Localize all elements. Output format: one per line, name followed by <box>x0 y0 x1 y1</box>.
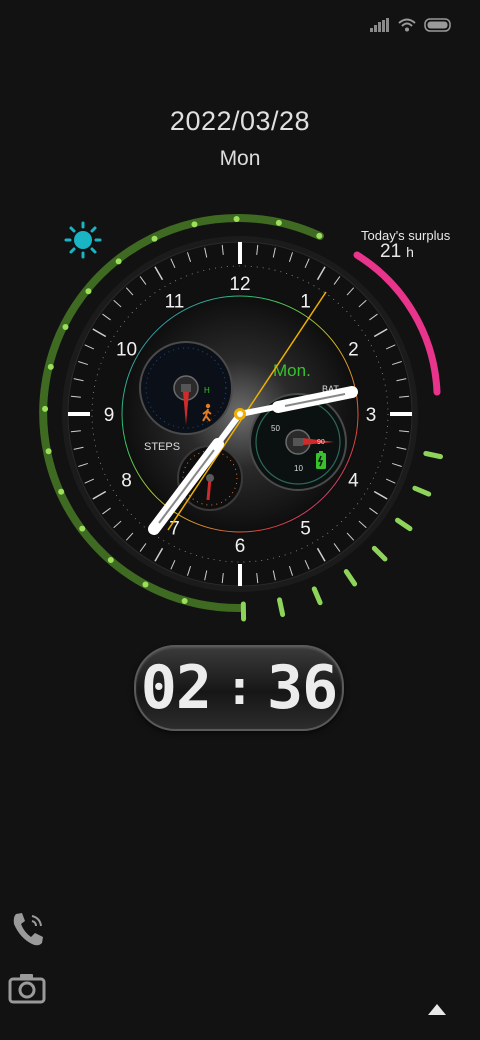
lime-tick <box>371 545 388 562</box>
clock-hours: 02 <box>140 653 212 723</box>
green-arc-dot <box>45 448 52 455</box>
lime-tick <box>395 517 413 532</box>
green-arc-dot <box>42 405 49 412</box>
green-arc-dot <box>47 363 54 370</box>
dial-number: 1 <box>300 292 311 313</box>
lime-tick <box>343 569 358 587</box>
dial-number: 6 <box>235 536 246 557</box>
dial-number: 10 <box>116 340 137 361</box>
green-arc-dot <box>181 597 188 604</box>
green-arc-dot <box>115 258 122 265</box>
dial-number: 7 <box>169 518 180 539</box>
green-arc-dot <box>79 525 86 532</box>
phone-icon[interactable] <box>10 910 46 948</box>
dial-number: 2 <box>348 340 359 361</box>
battery-scale-high: 50 <box>271 424 280 433</box>
battery-icon <box>424 18 451 32</box>
battery-charge-icon <box>316 451 326 469</box>
lime-tick <box>423 451 444 460</box>
green-arc-dot <box>233 216 240 223</box>
lime-tick <box>412 485 432 497</box>
date-text: 2022/03/28 <box>169 106 311 136</box>
green-arc-dot <box>62 323 69 330</box>
dial-number: 8 <box>121 471 132 492</box>
dial-number: 12 <box>229 274 250 295</box>
green-arc-dot <box>85 288 92 295</box>
green-arc-dot <box>107 557 114 564</box>
digital-clock: 02 : 36 <box>134 645 344 731</box>
status-bar <box>370 18 452 32</box>
green-arc-dot <box>191 221 198 228</box>
battery-scale-end: 90 <box>317 439 325 446</box>
dial-number: 3 <box>366 405 377 426</box>
green-arc-dot <box>142 581 149 588</box>
dial-number: 9 <box>104 405 115 426</box>
lime-tick <box>277 597 286 618</box>
steps-subdial: H <box>139 341 233 435</box>
dial-number: 4 <box>348 471 359 492</box>
green-arc-dot <box>316 232 323 239</box>
chevron-up-icon[interactable] <box>427 1003 447 1017</box>
sun-icon <box>64 221 102 259</box>
camera-icon[interactable] <box>8 972 46 1004</box>
green-arc-dot <box>58 488 65 495</box>
watch-face: 121234567891011 Mon. H STEPS 50 10 90 BA… <box>39 214 444 622</box>
green-arc-dot <box>275 219 282 226</box>
battery-scale-low: 10 <box>294 464 303 473</box>
clock-separator: : <box>225 660 254 716</box>
green-arc-dot <box>151 235 158 242</box>
steps-label: STEPS <box>144 441 180 453</box>
signal-icon <box>370 18 389 32</box>
day-text: Mon <box>219 147 261 170</box>
dial-number: 11 <box>165 292 185 313</box>
steps-sub-letter: H <box>204 386 210 395</box>
lime-tick <box>311 586 323 606</box>
wifi-icon <box>398 18 416 32</box>
dial-number: 5 <box>300 518 311 539</box>
clock-minutes: 36 <box>266 653 338 723</box>
